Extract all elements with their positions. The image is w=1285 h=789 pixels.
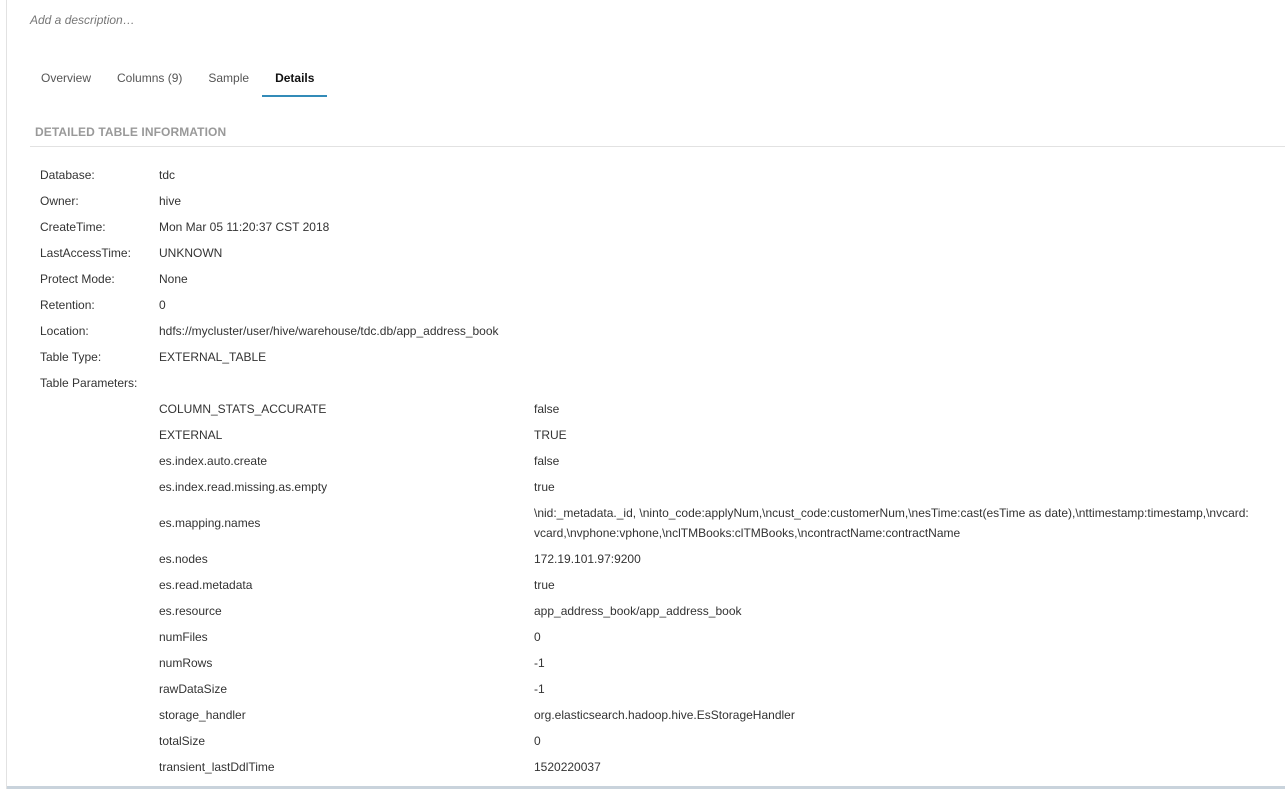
param-key: es.read.metadata: [159, 578, 253, 592]
table-info-list: Database: tdc Owner: hive CreateTime: Mo…: [40, 162, 499, 396]
tab-columns[interactable]: Columns (9): [104, 62, 195, 97]
table-details-page: Add a description… Overview Columns (9) …: [6, 0, 1285, 789]
info-row-table-type: Table Type: EXTERNAL_TABLE: [40, 344, 499, 370]
param-key: es.index.read.missing.as.empty: [159, 480, 328, 494]
info-label: Database:: [40, 168, 95, 182]
param-value: 172.19.101.97:9200: [534, 552, 641, 566]
param-key: transient_lastDdlTime: [159, 760, 275, 774]
param-value: app_address_book/app_address_book: [534, 604, 742, 618]
table-parameters-list: COLUMN_STATS_ACCURATE false EXTERNAL TRU…: [159, 396, 1254, 780]
info-row-lastaccesstime: LastAccessTime: UNKNOWN: [40, 240, 499, 266]
info-value: EXTERNAL_TABLE: [159, 350, 267, 364]
param-row: EXTERNAL TRUE: [159, 422, 1254, 448]
param-row: numFiles 0: [159, 624, 1254, 650]
param-key: es.resource: [159, 604, 222, 618]
param-row: COLUMN_STATS_ACCURATE false: [159, 396, 1254, 422]
description-field[interactable]: Add a description…: [30, 13, 135, 27]
info-value: UNKNOWN: [159, 246, 223, 260]
info-label: LastAccessTime:: [40, 246, 131, 260]
info-value: Mon Mar 05 11:20:37 CST 2018: [159, 220, 330, 234]
param-row: transient_lastDdlTime 1520220037: [159, 754, 1254, 780]
section-divider: [30, 146, 1285, 147]
param-value: 1520220037: [534, 760, 601, 774]
param-row: es.read.metadata true: [159, 572, 1254, 598]
param-row: es.nodes 172.19.101.97:9200: [159, 546, 1254, 572]
info-row-createtime: CreateTime: Mon Mar 05 11:20:37 CST 2018: [40, 214, 499, 240]
param-row: es.index.auto.create false: [159, 448, 1254, 474]
info-label: Owner:: [40, 194, 79, 208]
info-value: 0: [159, 298, 166, 312]
info-row-retention: Retention: 0: [40, 292, 499, 318]
param-key: es.nodes: [159, 552, 208, 566]
info-row-table-parameters: Table Parameters:: [40, 370, 499, 396]
info-value: hdfs://mycluster/user/hive/warehouse/tdc…: [159, 324, 499, 338]
info-label: Protect Mode:: [40, 272, 115, 286]
param-row: rawDataSize -1: [159, 676, 1254, 702]
param-row: es.mapping.names \nid:_metadata._id, \ni…: [159, 500, 1254, 546]
tab-overview[interactable]: Overview: [28, 62, 104, 97]
param-value: TRUE: [534, 428, 567, 442]
param-row: es.resource app_address_book/app_address…: [159, 598, 1254, 624]
param-row: numRows -1: [159, 650, 1254, 676]
param-value: \nid:_metadata._id, \ninto_code:applyNum…: [534, 506, 1249, 540]
info-label: Retention:: [40, 298, 95, 312]
param-value: false: [534, 402, 560, 416]
param-value: org.elasticsearch.hadoop.hive.EsStorageH…: [534, 708, 795, 722]
param-value: -1: [534, 682, 545, 696]
section-title: DETAILED TABLE INFORMATION: [35, 125, 227, 139]
info-row-location: Location: hdfs://mycluster/user/hive/war…: [40, 318, 499, 344]
info-label: Table Type:: [40, 350, 102, 364]
param-value: false: [534, 454, 560, 468]
info-row-database: Database: tdc: [40, 162, 499, 188]
info-label: CreateTime:: [40, 220, 106, 234]
param-key: totalSize: [159, 734, 206, 748]
tab-details[interactable]: Details: [262, 62, 328, 97]
info-label: Location:: [40, 324, 89, 338]
info-row-owner: Owner: hive: [40, 188, 499, 214]
param-key: es.mapping.names: [159, 516, 261, 530]
param-value: true: [534, 578, 555, 592]
param-key: COLUMN_STATS_ACCURATE: [159, 402, 327, 416]
param-value: -1: [534, 656, 545, 670]
tab-sample[interactable]: Sample: [195, 62, 262, 97]
param-key: EXTERNAL: [159, 428, 223, 442]
info-value: hive: [159, 194, 182, 208]
param-row: storage_handler org.elasticsearch.hadoop…: [159, 702, 1254, 728]
param-value: 0: [534, 734, 541, 748]
param-key: numRows: [159, 656, 213, 670]
param-key: rawDataSize: [159, 682, 228, 696]
info-value: tdc: [159, 168, 176, 182]
param-row: totalSize 0: [159, 728, 1254, 754]
param-row: es.index.read.missing.as.empty true: [159, 474, 1254, 500]
tab-bar: Overview Columns (9) Sample Details: [28, 62, 328, 97]
param-value: 0: [534, 630, 541, 644]
info-label: Table Parameters:: [40, 376, 138, 390]
param-value: true: [534, 480, 555, 494]
param-key: storage_handler: [159, 708, 246, 722]
param-key: numFiles: [159, 630, 208, 644]
param-key: es.index.auto.create: [159, 454, 268, 468]
info-row-protect-mode: Protect Mode: None: [40, 266, 499, 292]
info-value: None: [159, 272, 188, 286]
